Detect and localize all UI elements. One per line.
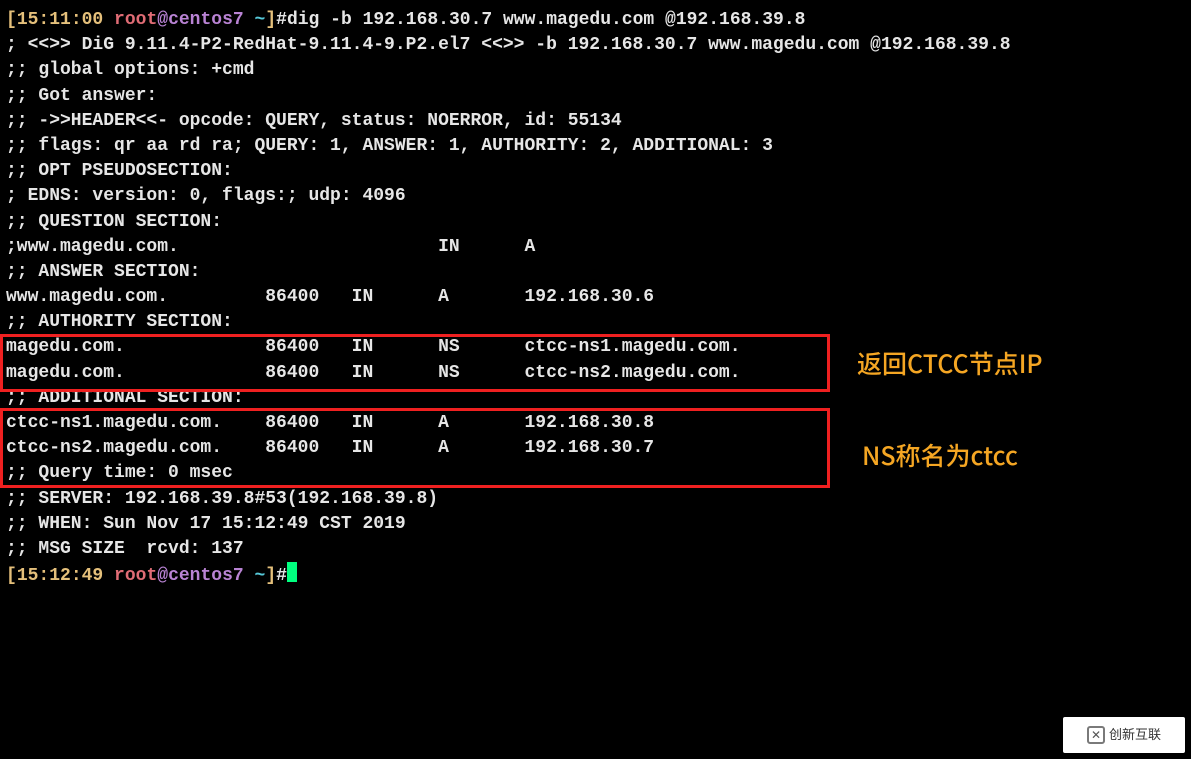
at-sign: @ <box>157 566 168 586</box>
output-line: ;; flags: qr aa rd ra; QUERY: 1, ANSWER:… <box>6 134 1185 159</box>
output-line-answer: www.magedu.com. 86400 IN A 192.168.30.6 <box>6 285 1185 310</box>
output-line: ctcc-ns1.magedu.com. 86400 IN A 192.168.… <box>6 411 1185 436</box>
bracket-open: [ <box>6 10 17 30</box>
hash: # <box>276 566 287 586</box>
path: ~ <box>255 566 266 586</box>
output-line: ;; SERVER: 192.168.39.8#53(192.168.39.8) <box>6 487 1185 512</box>
output-line: ;; ADDITIONAL SECTION: <box>6 386 1185 411</box>
watermark-icon: ✕ <box>1087 726 1105 744</box>
space <box>103 566 114 586</box>
annotation-answer: 返回CTCC节点IP <box>857 346 1043 381</box>
output-line: ;; ANSWER SECTION: <box>6 260 1185 285</box>
output-line: ; EDNS: version: 0, flags:; udp: 4096 <box>6 184 1185 209</box>
watermark: ✕ 创新互联 <box>1063 717 1185 753</box>
output-line: ;; WHEN: Sun Nov 17 15:12:49 CST 2019 <box>6 512 1185 537</box>
time: 15:11:00 <box>17 10 103 30</box>
terminal[interactable]: [15:11:00 root@centos7 ~]#dig -b 192.168… <box>0 0 1191 759</box>
prompt-line-1: [15:11:00 root@centos7 ~]#dig -b 192.168… <box>6 8 1185 33</box>
output-line: ; <<>> DiG 9.11.4-P2-RedHat-9.11.4-9.P2.… <box>6 33 1185 58</box>
watermark-text: 创新互联 <box>1109 726 1161 744</box>
at-sign: @ <box>157 10 168 30</box>
space <box>244 566 255 586</box>
output-line: ;www.magedu.com. IN A <box>6 235 1185 260</box>
bracket-open: [ <box>6 566 17 586</box>
time: 15:12:49 <box>17 566 103 586</box>
hash: # <box>276 10 287 30</box>
space <box>244 10 255 30</box>
path: ~ <box>255 10 266 30</box>
space <box>103 10 114 30</box>
cursor-icon <box>287 562 297 582</box>
output-line: ;; ->>HEADER<<- opcode: QUERY, status: N… <box>6 109 1185 134</box>
command: dig -b 192.168.30.7 www.magedu.com @192.… <box>287 10 805 30</box>
annotation-authority: NS称名为ctcc <box>862 438 1018 473</box>
output-line: ;; OPT PSEUDOSECTION: <box>6 159 1185 184</box>
output-line: ;; QUESTION SECTION: <box>6 210 1185 235</box>
user: root <box>114 10 157 30</box>
user: root <box>114 566 157 586</box>
host: centos7 <box>168 10 244 30</box>
output-line: ;; MSG SIZE rcvd: 137 <box>6 537 1185 562</box>
output-line: ;; global options: +cmd <box>6 58 1185 83</box>
output-line: ;; Got answer: <box>6 84 1185 109</box>
prompt-line-2[interactable]: [15:12:49 root@centos7 ~]# <box>6 562 1185 589</box>
bracket-close: ] <box>265 566 276 586</box>
bracket-close: ] <box>265 10 276 30</box>
output-line: ;; AUTHORITY SECTION: <box>6 310 1185 335</box>
host: centos7 <box>168 566 244 586</box>
